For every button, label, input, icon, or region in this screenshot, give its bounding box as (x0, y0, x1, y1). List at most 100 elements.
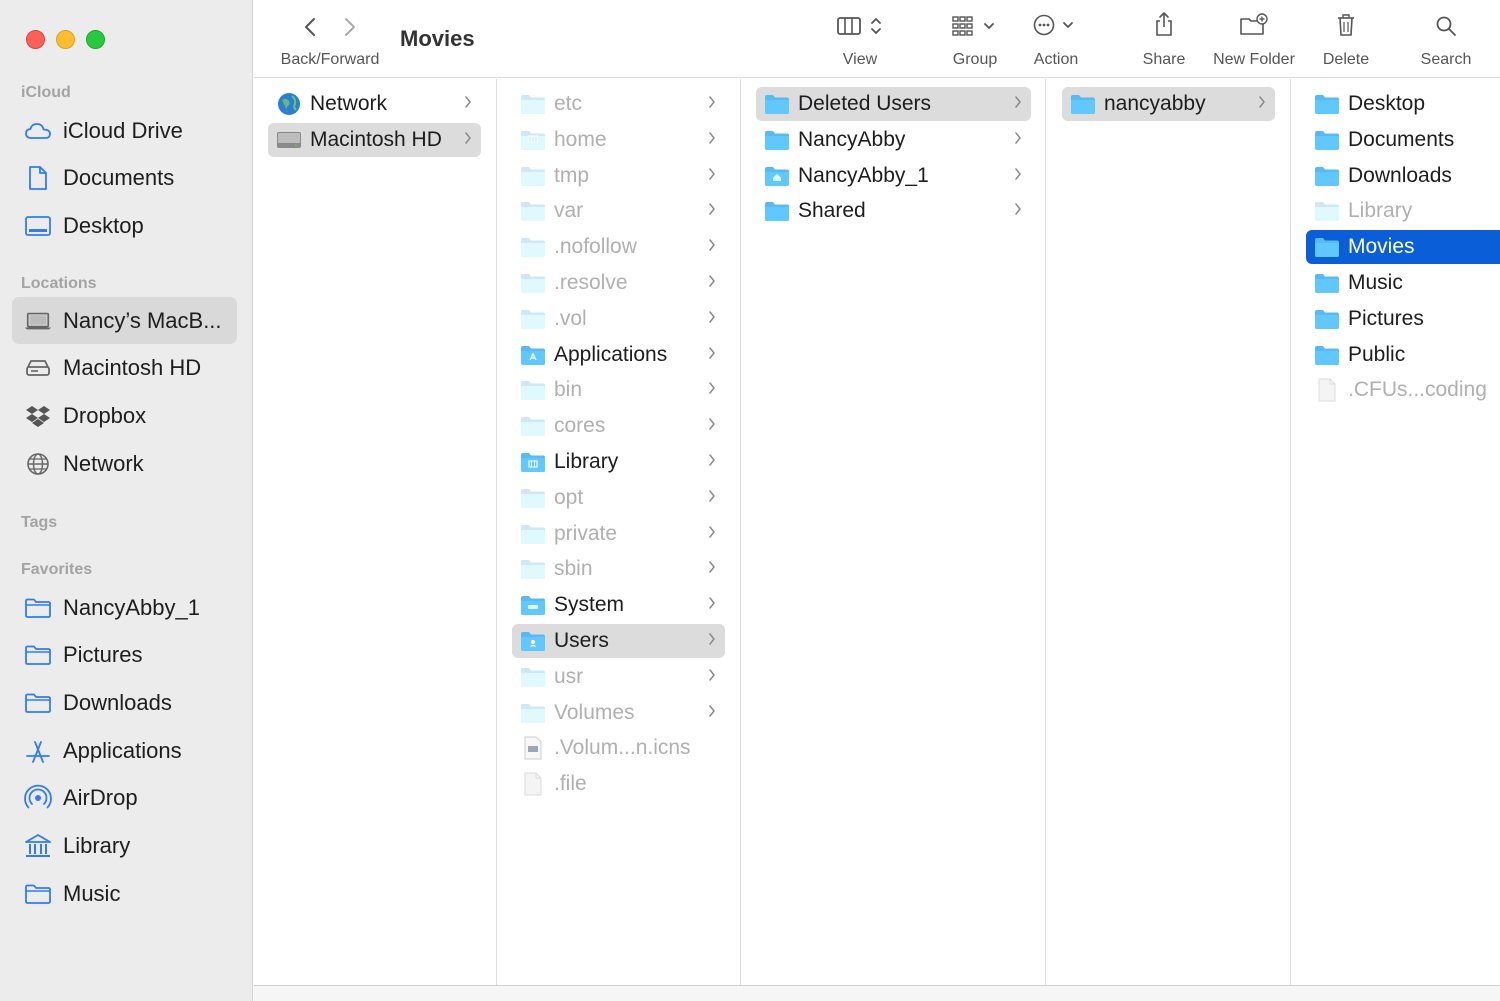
list-item-library[interactable]: Library (1306, 194, 1500, 228)
folder-icon (520, 487, 546, 509)
network-globe-icon (276, 93, 302, 115)
list-item-label: Desktop (1348, 92, 1426, 115)
list-item-var[interactable]: var (512, 194, 725, 228)
sidebar-item-music[interactable]: Music (12, 870, 237, 917)
close-button[interactable] (26, 30, 45, 49)
list-item-nancyabby[interactable]: nancyabby (1062, 87, 1275, 121)
folder-icon (520, 272, 546, 294)
list-item-tmp[interactable]: tmp (512, 159, 725, 193)
chevron-right-icon (705, 417, 719, 435)
list-item-volum-n-icns[interactable]: .Volum...n.icns (512, 731, 725, 765)
sidebar-item-dropbox[interactable]: Dropbox (12, 392, 237, 439)
list-item-nancyabby[interactable]: NancyAbby (756, 123, 1031, 157)
chevron-right-icon (705, 489, 719, 507)
back-chevron-icon[interactable] (303, 17, 319, 42)
list-item-opt[interactable]: opt (512, 481, 725, 515)
list-item-users[interactable]: Users (512, 624, 725, 658)
list-item-shared[interactable]: Shared (756, 194, 1031, 228)
list-item-resolve[interactable]: .resolve (512, 266, 725, 300)
dropbox-icon (24, 402, 52, 430)
sidebar-item-macintosh-hd[interactable]: Macintosh HD (12, 345, 237, 392)
list-item-macintosh-hd[interactable]: Macintosh HD (268, 122, 481, 157)
sidebar-item-airdrop[interactable]: AirDrop (12, 775, 237, 822)
list-item-label: nancyabby (1104, 92, 1206, 115)
list-item-pictures[interactable]: Pictures (1306, 302, 1500, 336)
list-item-applications[interactable]: Applications (512, 338, 725, 372)
list-item-home[interactable]: home (512, 123, 725, 157)
sidebar-item-documents[interactable]: Documents (12, 155, 237, 202)
view-button[interactable]: View (826, 0, 894, 78)
minimize-button[interactable] (56, 30, 75, 49)
group-button[interactable]: Group (944, 0, 1006, 78)
list-item-library[interactable]: Library (512, 445, 725, 479)
action-button[interactable]: Action (1024, 0, 1088, 78)
new-folder-button[interactable]: New Folder (1206, 0, 1302, 78)
list-item-desktop[interactable]: Desktop (1306, 87, 1500, 121)
sidebar-item-downloads[interactable]: Downloads (12, 679, 237, 726)
sidebar-section-favorites: Favorites (21, 561, 93, 578)
list-item-music[interactable]: Music (1306, 266, 1500, 300)
sidebar-item-applications[interactable]: Applications (12, 727, 237, 774)
delete-label: Delete (1322, 51, 1370, 68)
list-item-private[interactable]: private (512, 517, 725, 551)
hard-drive-icon (276, 129, 302, 151)
sidebar-item-library[interactable]: Library (12, 823, 237, 870)
chevron-right-icon (705, 131, 719, 149)
chevron-right-icon (705, 95, 719, 113)
zoom-button[interactable] (86, 30, 105, 49)
share-button[interactable]: Share (1134, 0, 1194, 78)
ellipsis-circle-icon (1032, 13, 1080, 42)
globe-icon (24, 450, 52, 478)
chevron-right-icon (1255, 95, 1269, 113)
delete-button[interactable]: Delete (1316, 0, 1376, 78)
sidebar-section-icloud: iCloud (21, 84, 71, 101)
sidebar-section-tags[interactable]: Tags (21, 514, 57, 532)
list-item-label: cores (554, 414, 606, 438)
search-button[interactable]: Search (1414, 0, 1478, 78)
list-item-usr[interactable]: usr (512, 660, 725, 694)
chevron-right-icon (1011, 167, 1025, 185)
list-item-nofollow[interactable]: .nofollow (512, 230, 725, 264)
folder-icon (1314, 165, 1340, 187)
list-item-volumes[interactable]: Volumes (512, 696, 725, 730)
list-item-sbin[interactable]: sbin (512, 552, 725, 586)
list-item-network[interactable]: Network (268, 87, 481, 121)
list-item-label: Shared (798, 199, 866, 223)
folder-icon (520, 666, 546, 688)
chevron-right-icon (1011, 202, 1025, 220)
list-item-cfus-coding[interactable]: .CFUs...coding (1306, 373, 1500, 407)
list-item-deleted-users[interactable]: Deleted Users (756, 87, 1031, 121)
sidebar-item-nancy-s-macb[interactable]: Nancy’s MacB... (12, 297, 237, 344)
list-item-documents[interactable]: Documents (1306, 123, 1500, 157)
folder-icon (24, 880, 52, 908)
list-item-label: Library (554, 450, 619, 473)
list-item-public[interactable]: Public (1306, 338, 1500, 372)
share-label: Share (1142, 51, 1186, 68)
list-item-nancyabby-1[interactable]: NancyAbby_1 (756, 159, 1031, 193)
list-item-system[interactable]: System (512, 588, 725, 622)
sidebar-item-pictures[interactable]: Pictures (12, 632, 237, 679)
list-item-cores[interactable]: cores (512, 409, 725, 443)
list-item-file[interactable]: .file (512, 767, 725, 801)
sidebar-item-desktop[interactable]: Desktop (12, 202, 237, 249)
forward-chevron-icon[interactable] (341, 17, 357, 42)
chevron-right-icon (705, 453, 719, 471)
sidebar-item-label: Desktop (63, 212, 144, 238)
list-item-vol[interactable]: .vol (512, 302, 725, 336)
folder-icon (520, 200, 546, 222)
sidebar-item-network[interactable]: Network (12, 440, 237, 487)
desktop-icon (24, 212, 52, 240)
laptop-icon (24, 307, 52, 335)
sidebar-item-nancyabby-1[interactable]: NancyAbby_1 (12, 584, 237, 631)
list-item-label: Library (1348, 199, 1413, 223)
list-item-downloads[interactable]: Downloads (1306, 159, 1500, 193)
sidebar-item-icloud-drive[interactable]: iCloud Drive (12, 107, 237, 154)
chevron-right-icon (705, 202, 719, 220)
list-item-movies[interactable]: Movies (1306, 230, 1500, 265)
column-users: Deleted Users NancyAbby NancyAbby_1 Shared (741, 79, 1046, 985)
back-forward-control: Back/Forward (274, 0, 386, 78)
new-folder-label: New Folder (1213, 51, 1295, 68)
list-item-bin[interactable]: bin (512, 373, 725, 407)
list-item-etc[interactable]: etc (512, 87, 725, 121)
chevron-right-icon (705, 560, 719, 578)
